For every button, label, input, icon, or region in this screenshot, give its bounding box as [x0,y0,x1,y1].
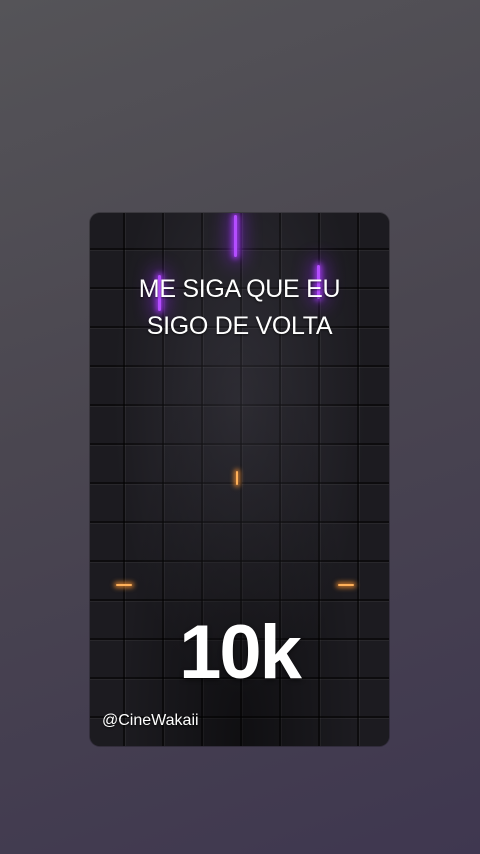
headline-line-2: SIGO DE VOLTA [146,312,333,340]
video-card[interactable]: ME SIGA QUE EU SIGO DE VOLTA 10k @CineWa… [90,213,389,746]
headline-line-1: ME SIGA QUE EU [138,275,341,303]
orange-light-right [338,584,354,586]
headline-text: ME SIGA QUE EU SIGO DE VOLTA [90,271,389,345]
follower-count: 10k [179,610,302,695]
creator-handle[interactable]: @CineWakaii [102,712,199,730]
purple-light-streak-top [234,215,237,257]
orange-light-left [116,584,132,586]
orange-light-center [236,471,238,485]
